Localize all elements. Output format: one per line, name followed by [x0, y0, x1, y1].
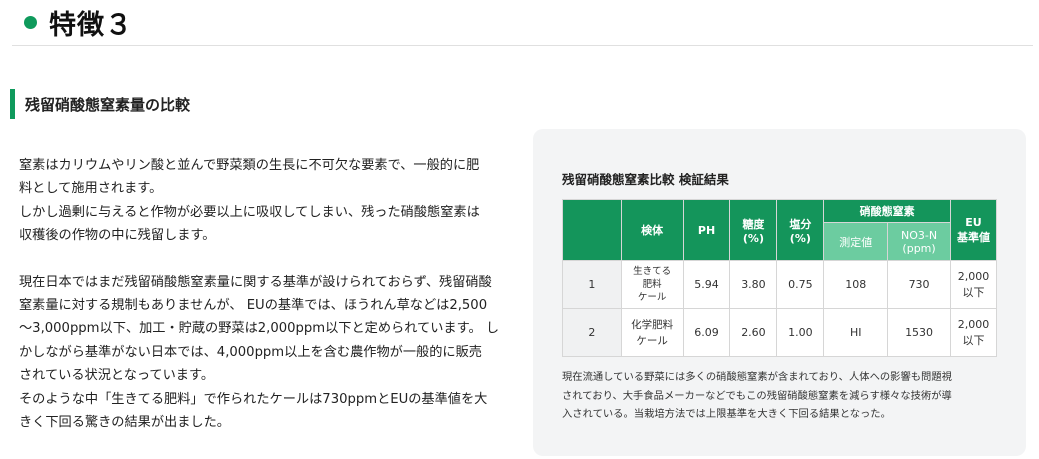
- row-ph: 5.94: [682, 260, 731, 309]
- header-eu: EU 基準値: [950, 199, 997, 261]
- section-accent-bar: [10, 89, 15, 119]
- row-measured: HI: [823, 308, 889, 357]
- row-salt: 0.75: [776, 260, 825, 309]
- header-salt: 塩分 (%): [776, 199, 825, 261]
- header-blank: [562, 199, 622, 261]
- page-header: 特徴３: [24, 0, 133, 44]
- row-ph: 6.09: [682, 308, 731, 357]
- section-heading: 残留硝酸態窒素量の比較: [10, 89, 190, 119]
- row-measured: 108: [823, 260, 889, 309]
- panel-note: 現在流通している野菜には多くの硝酸態窒素が含まれており、人体への影響も問題視 さ…: [562, 371, 952, 421]
- page-title: 特徴３: [49, 9, 133, 41]
- header-nitrate-group: 硝酸態窒素: [823, 199, 951, 223]
- table-row: 2 化学肥料 ケール 6.09 2.60 1.00 HI 1530 2,000 …: [562, 308, 997, 357]
- comparison-table: 検体 PH 糖度 (%) 塩分 (%) 硝酸態窒素 EU 基準値 測定値 NO3…: [562, 199, 997, 357]
- row-salt: 1.00: [776, 308, 825, 357]
- panel-title: 残留硝酸態窒素比較 検証結果: [562, 172, 729, 187]
- row-sample: 化学肥料 ケール: [620, 308, 684, 357]
- table-row: 1 生きてる 肥料 ケール 5.94 3.80 0.75 108 730 2,0…: [562, 260, 997, 309]
- header-divider: [12, 45, 1033, 46]
- results-panel: 残留硝酸態窒素比較 検証結果 検体 PH 糖度 (%) 塩分 (%) 硝酸態窒素…: [533, 129, 1026, 456]
- row-no3n: 730: [887, 260, 951, 309]
- header-brix: 糖度 (%): [729, 199, 778, 261]
- header-no3n: NO3-N (ppm): [887, 222, 951, 261]
- row-no3n: 1530: [887, 308, 951, 357]
- row-brix: 3.80: [729, 260, 778, 309]
- row-eu: 2,000 以下: [950, 260, 997, 309]
- header-measured: 測定値: [823, 222, 889, 261]
- section-title: 残留硝酸態窒素量の比較: [25, 95, 191, 114]
- row-index: 2: [562, 308, 622, 357]
- row-sample: 生きてる 肥料 ケール: [620, 260, 684, 309]
- row-eu: 2,000 以下: [950, 308, 997, 357]
- body-paragraph-1: 窒素はカリウムやリン酸と並んで野菜類の生長に不可欠な要素で、一般的に肥 料として…: [19, 158, 480, 244]
- header-ph: PH: [682, 199, 731, 261]
- green-dot-icon: [24, 15, 37, 29]
- body-paragraph-2: 現在日本ではまだ残留硝酸態窒素量に関する基準が設けられておらず、残留硝酸 窒素量…: [19, 274, 500, 431]
- row-index: 1: [562, 260, 622, 309]
- header-sample: 検体: [620, 199, 684, 261]
- row-brix: 2.60: [729, 308, 778, 357]
- body-text: 窒素はカリウムやリン酸と並んで野菜類の生長に不可欠な要素で、一般的に肥 料として…: [19, 154, 519, 434]
